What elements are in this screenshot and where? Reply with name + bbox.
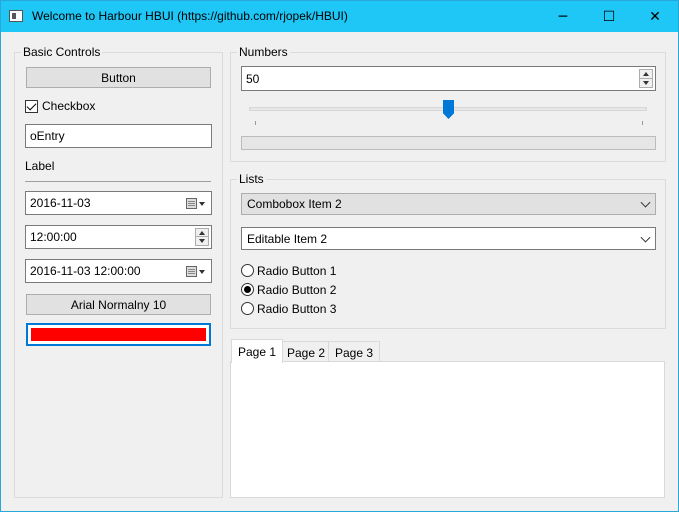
basic-controls-label: Basic Controls bbox=[21, 45, 103, 59]
progress-bar bbox=[241, 136, 656, 150]
tab-page-1[interactable]: Page 1 bbox=[231, 339, 284, 363]
lists-label: Lists bbox=[237, 172, 266, 186]
radio-button-3[interactable] bbox=[241, 302, 254, 315]
minimize-icon: ─ bbox=[558, 8, 568, 25]
time-picker[interactable]: 12:00:00 bbox=[25, 225, 212, 249]
spin-down-button[interactable] bbox=[640, 79, 652, 88]
time-spin-up-button[interactable] bbox=[196, 229, 208, 237]
calendar-icon[interactable] bbox=[186, 266, 197, 277]
datetime-value: 2016-11-03 12:00:00 bbox=[30, 264, 141, 278]
dropdown-arrow-icon[interactable] bbox=[199, 202, 205, 206]
editable-combobox[interactable]: Editable Item 2 bbox=[241, 227, 656, 250]
spin-up-icon bbox=[643, 71, 649, 76]
label-text: Label bbox=[25, 159, 55, 173]
color-swatch bbox=[31, 328, 206, 341]
tab-page-2[interactable]: Page 2 bbox=[280, 341, 333, 363]
radio-button-1[interactable] bbox=[241, 264, 254, 277]
spinbox-value: 50 bbox=[246, 71, 260, 86]
tab-panel bbox=[230, 361, 665, 498]
slider-tick-max bbox=[642, 121, 643, 125]
number-spinner[interactable] bbox=[639, 69, 653, 88]
radio-button-3-label[interactable]: Radio Button 3 bbox=[257, 302, 336, 316]
label-separator bbox=[25, 181, 211, 182]
window-title: Welcome to Harbour HBUI (https://github.… bbox=[32, 9, 348, 23]
radio-button-1-label[interactable]: Radio Button 1 bbox=[257, 264, 336, 278]
dropdown-arrow-icon[interactable] bbox=[199, 270, 205, 274]
spin-down-icon bbox=[643, 80, 649, 85]
time-value: 12:00:00 bbox=[30, 230, 77, 244]
main-window: Welcome to Harbour HBUI (https://github.… bbox=[0, 0, 679, 512]
time-spinner[interactable] bbox=[195, 228, 209, 246]
tab-page-1-label: Page 1 bbox=[238, 344, 277, 359]
checkbox[interactable] bbox=[25, 100, 38, 113]
slider-tick-min bbox=[255, 121, 256, 125]
entry-value: oEntry bbox=[30, 129, 65, 143]
number-spinbox[interactable]: 50 bbox=[241, 66, 656, 91]
radio-button-2[interactable] bbox=[241, 283, 254, 296]
time-spin-down-button[interactable] bbox=[196, 237, 208, 245]
datetime-picker[interactable]: 2016-11-03 12:00:00 bbox=[25, 259, 212, 283]
entry-field[interactable]: oEntry bbox=[25, 124, 212, 148]
maximize-button[interactable]: ☐ bbox=[586, 1, 632, 32]
calendar-icon[interactable] bbox=[186, 198, 197, 209]
font-button[interactable]: Arial Normalny 10 bbox=[26, 294, 211, 315]
chevron-down-icon bbox=[640, 197, 651, 208]
spin-up-button[interactable] bbox=[640, 70, 652, 79]
chevron-down-icon[interactable] bbox=[640, 232, 651, 243]
radio-button-2-label[interactable]: Radio Button 2 bbox=[257, 283, 336, 297]
app-window-icon bbox=[9, 10, 23, 22]
tab-page-2-label: Page 2 bbox=[287, 345, 326, 360]
date-value: 2016-11-03 bbox=[30, 196, 91, 210]
checkbox-label[interactable]: Checkbox bbox=[42, 99, 95, 113]
font-button-label: Arial Normalny 10 bbox=[70, 297, 167, 312]
spin-down-icon bbox=[199, 239, 205, 243]
close-button[interactable]: ✕ bbox=[632, 1, 678, 32]
date-picker[interactable]: 2016-11-03 bbox=[25, 191, 212, 215]
combobox[interactable]: Combobox Item 2 bbox=[241, 193, 656, 215]
button[interactable]: Button bbox=[26, 67, 211, 88]
title-bar[interactable]: Welcome to Harbour HBUI (https://github.… bbox=[1, 1, 678, 32]
tab-page-3-label: Page 3 bbox=[335, 345, 374, 360]
color-button[interactable] bbox=[26, 323, 211, 346]
tab-page-3[interactable]: Page 3 bbox=[328, 341, 381, 363]
minimize-button[interactable]: ─ bbox=[540, 1, 586, 32]
editable-combobox-value: Editable Item 2 bbox=[247, 231, 328, 246]
button-label: Button bbox=[101, 70, 136, 85]
combobox-value: Combobox Item 2 bbox=[247, 197, 342, 211]
numbers-label: Numbers bbox=[237, 45, 290, 59]
spin-up-icon bbox=[199, 230, 205, 235]
maximize-icon: ☐ bbox=[602, 8, 616, 25]
close-icon: ✕ bbox=[649, 8, 661, 25]
